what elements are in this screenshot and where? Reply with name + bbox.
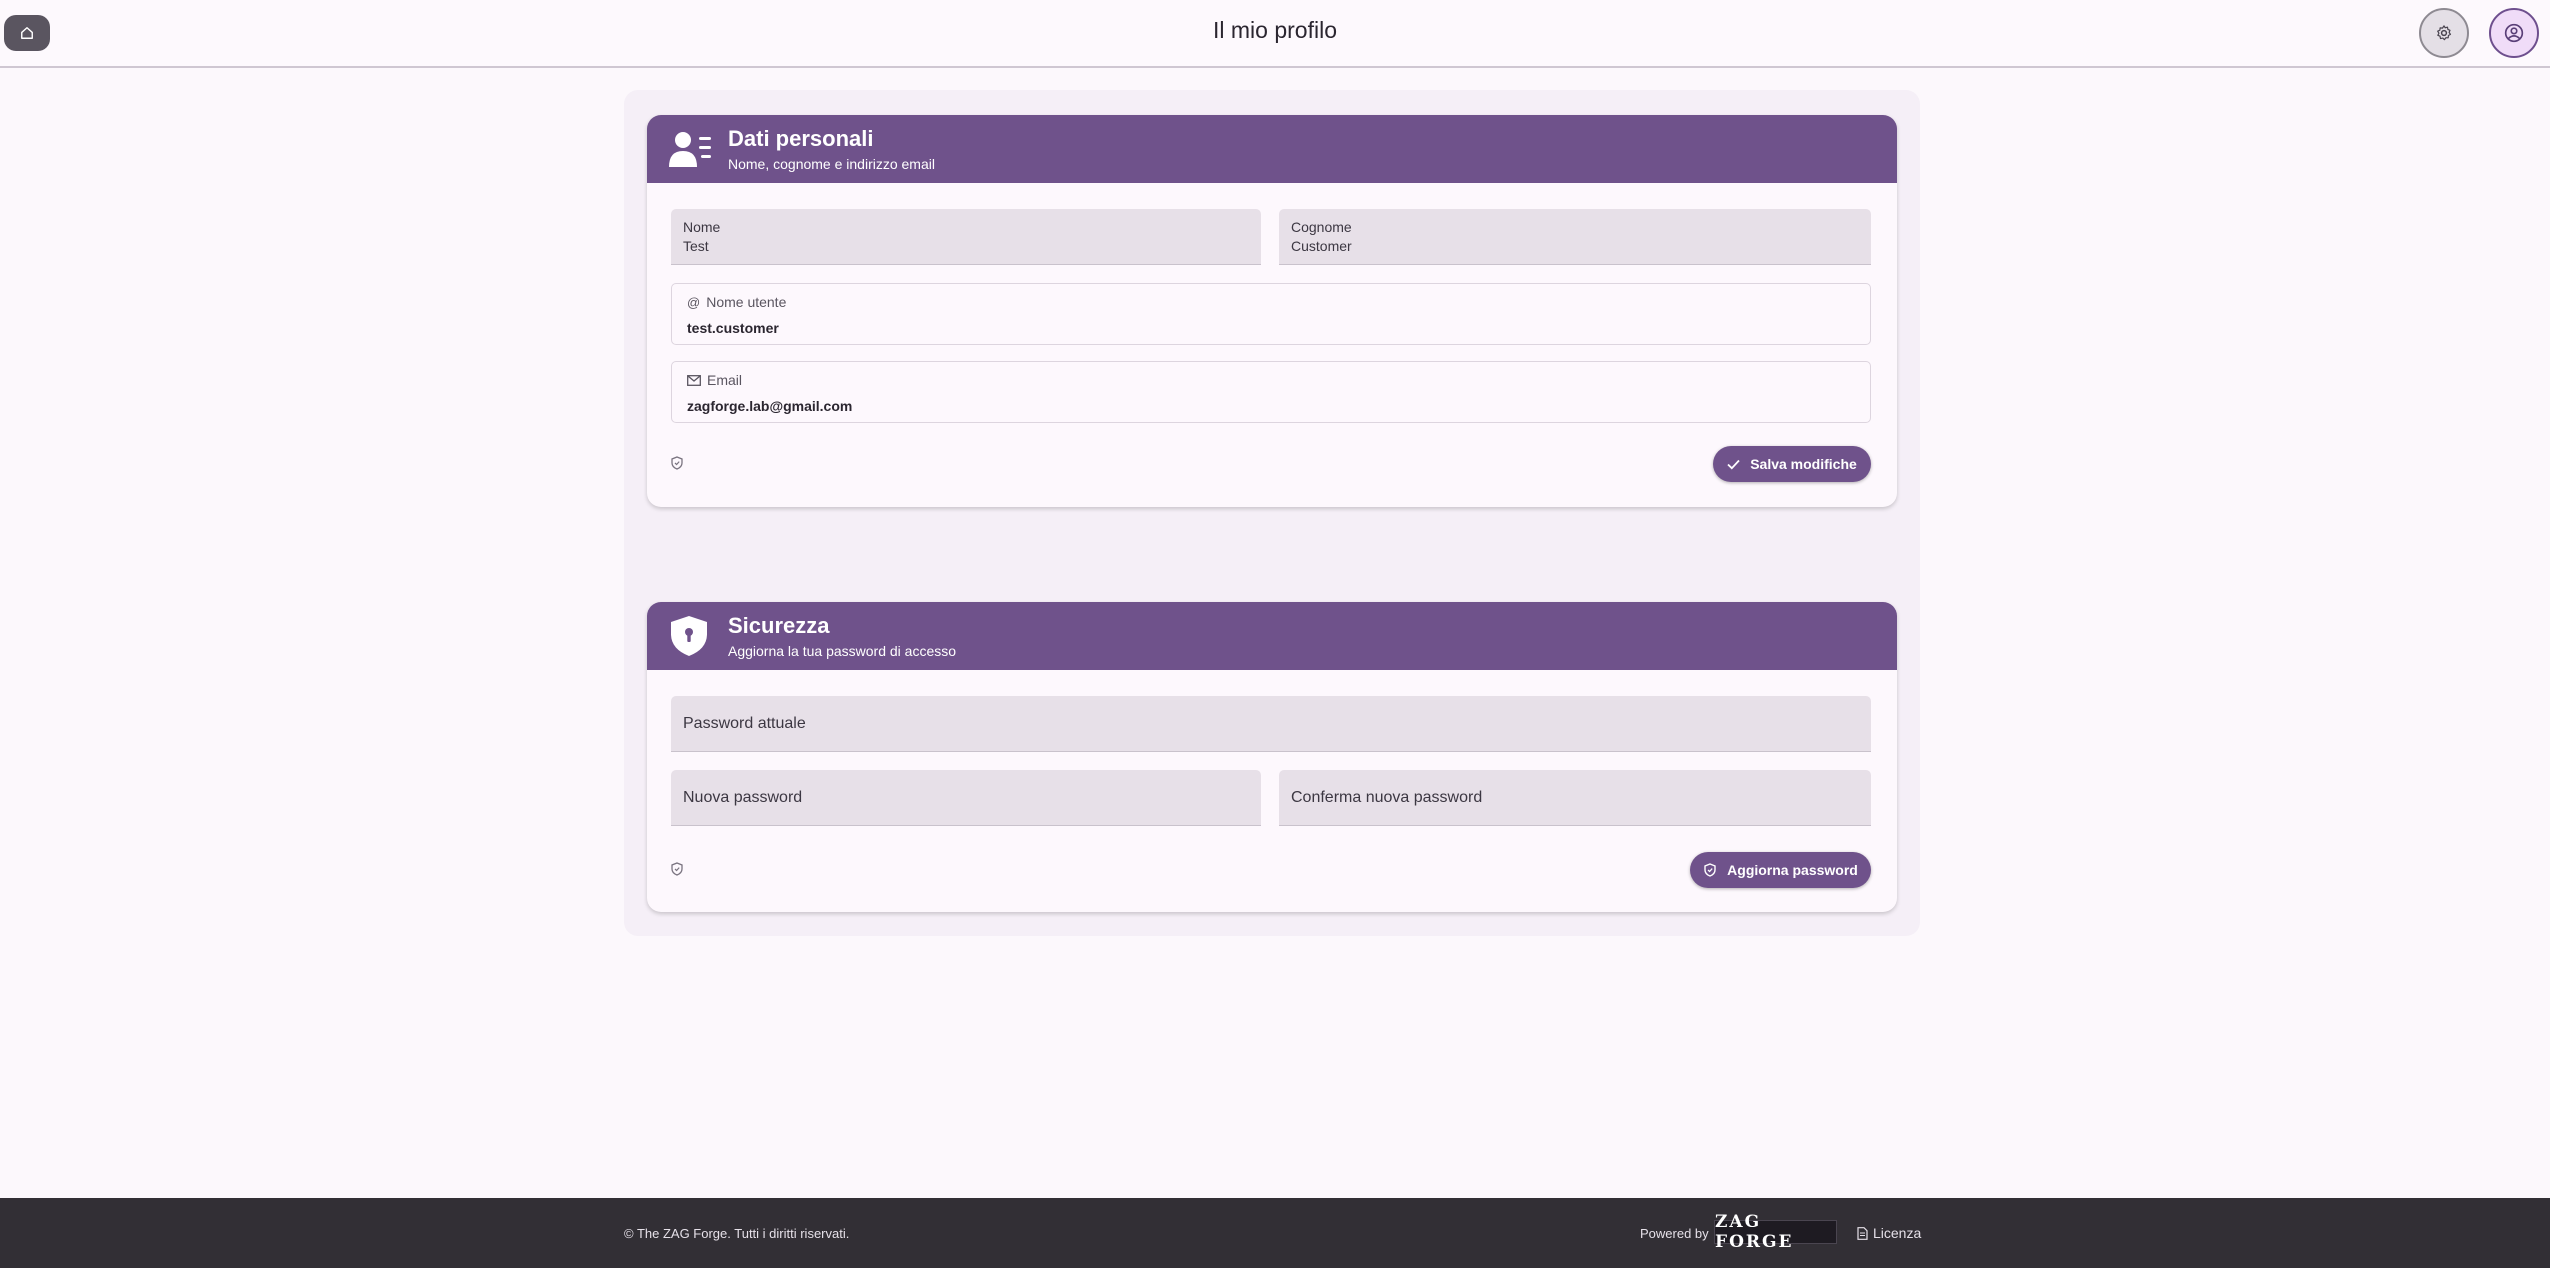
first-name-field[interactable]: Nome Test (671, 209, 1261, 265)
last-name-field[interactable]: Cognome Customer (1279, 209, 1871, 265)
update-password-label: Aggiorna password (1727, 862, 1858, 878)
footer: © The ZAG Forge. Tutti i diritti riserva… (0, 1198, 2550, 1268)
username-label-row: @ Nome utente (687, 294, 786, 310)
security-card: Sicurezza Aggiorna la tua password di ac… (647, 602, 1897, 912)
personal-data-title: Dati personali (728, 126, 874, 151)
new-password-field[interactable]: Nuova password (671, 770, 1261, 826)
personal-data-card: Dati personali Nome, cognome e indirizzo… (647, 115, 1897, 507)
user-circle-icon (2504, 23, 2524, 43)
save-changes-label: Salva modifiche (1750, 456, 1857, 472)
gear-icon (2437, 25, 2452, 41)
email-label: Email (707, 372, 743, 388)
profile-button[interactable] (2489, 8, 2539, 58)
last-name-value: Customer (1291, 238, 1352, 254)
last-name-label: Cognome (1291, 219, 1352, 235)
username-label: Nome utente (706, 294, 787, 310)
page-title: Il mio profilo (1213, 17, 1337, 43)
email-label-row: Email (687, 372, 742, 388)
first-name-label: Nome (683, 219, 721, 235)
update-password-button[interactable]: Aggiorna password (1690, 852, 1871, 888)
envelope-icon (687, 374, 701, 386)
confirm-password-field[interactable]: Conferma nuova password (1279, 770, 1871, 826)
personal-data-header: Dati personali Nome, cognome e indirizzo… (647, 115, 1897, 183)
save-changes-button[interactable]: Salva modifiche (1713, 446, 1871, 482)
username-value: test.customer (687, 320, 779, 336)
shield-icon (671, 456, 683, 470)
security-header: Sicurezza Aggiorna la tua password di ac… (647, 602, 1897, 670)
email-value: zagforge.lab@gmail.com (687, 398, 853, 414)
copyright-text: © The ZAG Forge. Tutti i diritti riserva… (624, 1226, 850, 1241)
check-icon (1727, 459, 1740, 469)
document-icon (1857, 1226, 1868, 1240)
confirm-password-placeholder: Conferma nuova password (1291, 789, 1483, 806)
email-field[interactable]: Email zagforge.lab@gmail.com (671, 361, 1871, 423)
top-bar: Il mio profilo (0, 0, 2550, 68)
logo-text: ZAG FORGE (1715, 1212, 1794, 1252)
current-password-field[interactable]: Password attuale (671, 696, 1871, 752)
username-field[interactable]: @ Nome utente test.customer (671, 283, 1871, 345)
security-title: Sicurezza (728, 613, 830, 638)
shield-check-icon (1704, 863, 1716, 877)
new-password-placeholder: Nuova password (683, 789, 803, 806)
at-icon: @ (687, 294, 701, 310)
user-card-icon (669, 132, 711, 167)
license-label: Licenza (1873, 1225, 1922, 1241)
current-password-placeholder: Password attuale (683, 715, 806, 732)
license-link[interactable]: Licenza (1857, 1225, 1921, 1241)
first-name-value: Test (683, 238, 709, 254)
shield-icon (671, 862, 683, 876)
zag-forge-logo[interactable]: ZAG FORGE (1714, 1212, 1837, 1252)
powered-by-text: Powered by (1640, 1226, 1709, 1241)
settings-button[interactable] (2419, 8, 2469, 58)
personal-data-subtitle: Nome, cognome e indirizzo email (728, 156, 935, 172)
shield-lock-icon (671, 616, 707, 656)
security-subtitle: Aggiorna la tua password di accesso (728, 643, 957, 659)
